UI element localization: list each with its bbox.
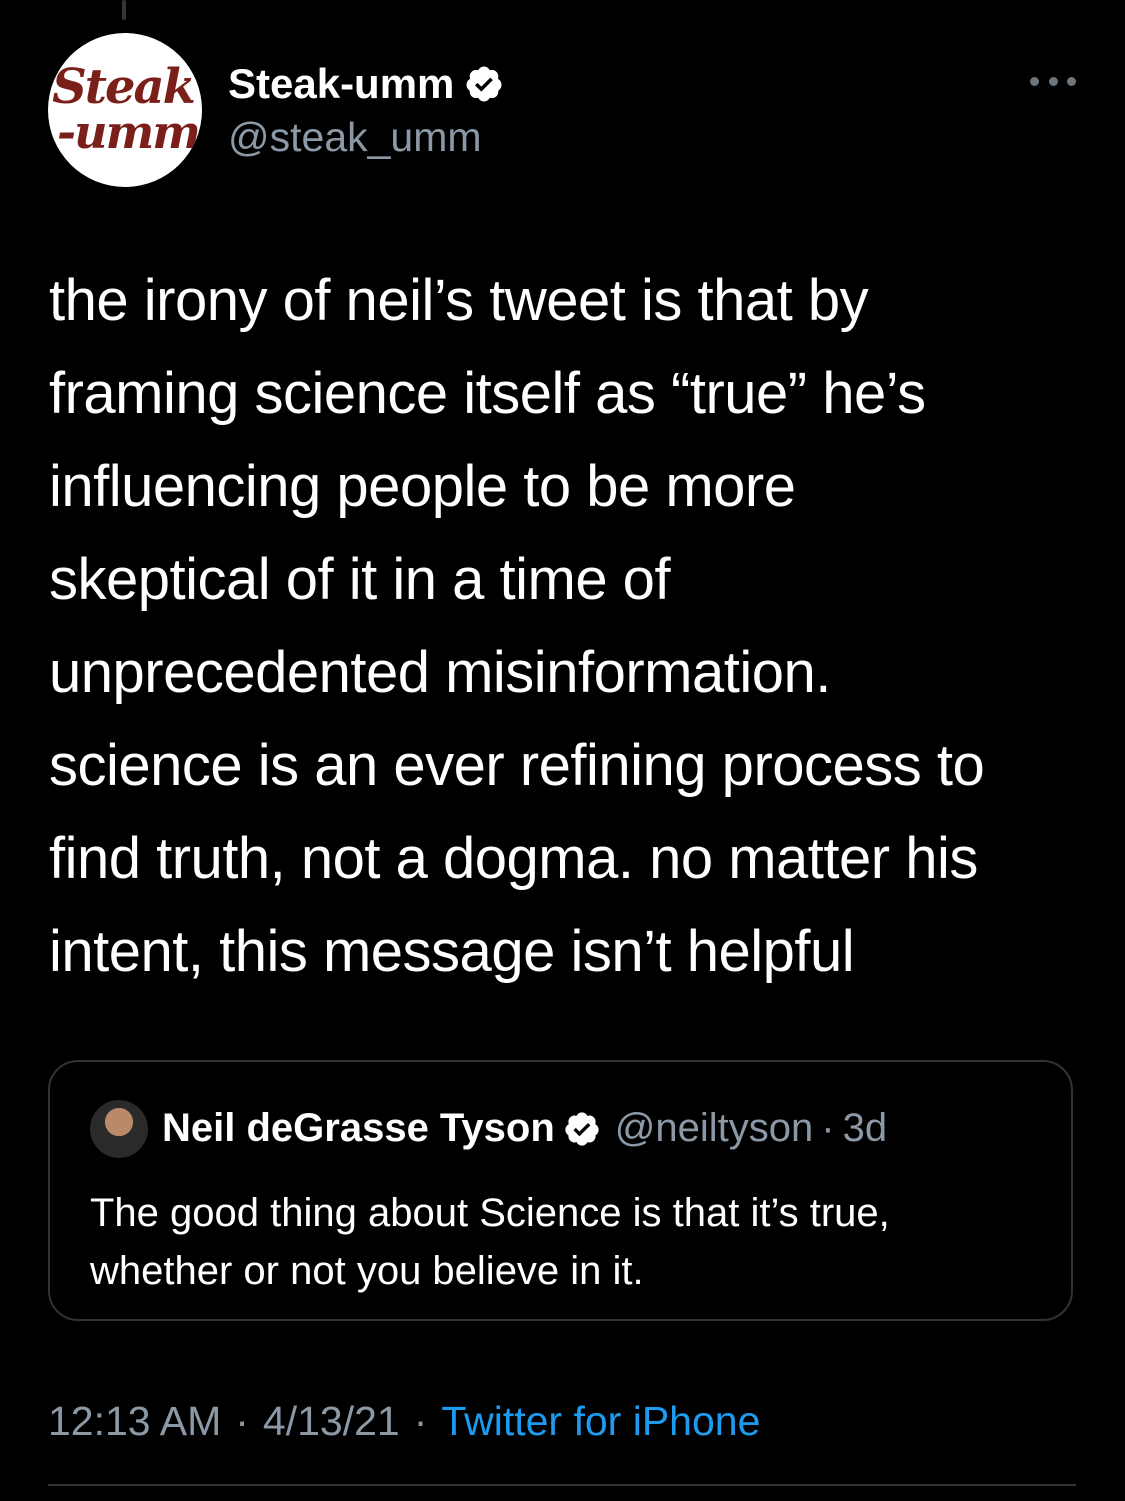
- tweet-meta: 12:13 AM · 4/13/21 · Twitter for iPhone: [48, 1398, 760, 1445]
- avatar-logo-text: -umm: [57, 104, 201, 159]
- tweet-body: the irony of neil’s tweet is that by fra…: [49, 254, 1099, 998]
- tweet-text-line: science is an ever refining process to: [49, 733, 985, 798]
- verified-badge-icon: [565, 1111, 599, 1146]
- tweet-text-line: intent, this message isn’t helpful: [49, 919, 855, 984]
- quoted-author-name[interactable]: Neil deGrasse Tyson: [162, 1106, 555, 1151]
- more-dot: [1048, 76, 1058, 86]
- quoted-tweet-header: Neil deGrasse Tyson @neiltyson · 3d: [162, 1106, 887, 1151]
- divider: [48, 1484, 1076, 1486]
- tweet-source-link[interactable]: Twitter for iPhone: [441, 1398, 760, 1445]
- tweet-date[interactable]: 4/13/21: [263, 1398, 400, 1445]
- tweet-text-line: influencing people to be more: [49, 454, 796, 519]
- more-dot: [1030, 76, 1039, 86]
- tweet-text-line: skeptical of it in a time of: [49, 547, 671, 612]
- tweet-time[interactable]: 12:13 AM: [48, 1398, 221, 1445]
- tweet-text-line: find truth, not a dogma. no matter his: [49, 826, 978, 891]
- quoted-tweet-card[interactable]: Neil deGrasse Tyson @neiltyson · 3d The …: [48, 1060, 1073, 1321]
- thread-connector-line: [122, 0, 126, 20]
- tweet-detail-view: Steak -umm Steak-umm @steak_umm the iron…: [0, 0, 1125, 1501]
- quoted-text-line: whether or not you believe in it.: [90, 1249, 644, 1293]
- quoted-meta-separator: ·: [821, 1106, 835, 1150]
- author-avatar[interactable]: Steak -umm: [48, 33, 202, 187]
- author-handle[interactable]: @steak_umm: [228, 114, 482, 161]
- more-dot: [1067, 76, 1076, 86]
- meta-separator: ·: [413, 1398, 428, 1444]
- more-options-icon[interactable]: [1030, 66, 1076, 96]
- meta-separator: ·: [235, 1398, 249, 1444]
- verified-badge-icon: [466, 66, 502, 102]
- tweet-text-line: framing science itself as “true” he’s: [49, 361, 926, 426]
- tweet-text-line: the irony of neil’s tweet is that by: [49, 268, 869, 333]
- tweet-text-line: unprecedented misinformation.: [49, 640, 831, 705]
- quoted-author-avatar[interactable]: [90, 1100, 148, 1158]
- quoted-tweet-time[interactable]: 3d: [843, 1106, 888, 1151]
- author-name-row[interactable]: Steak-umm: [228, 60, 504, 108]
- quoted-author-handle[interactable]: @neiltyson: [615, 1106, 813, 1151]
- quoted-text-line: The good thing about Science is that it’…: [90, 1191, 890, 1235]
- quoted-tweet-body: The good thing about Science is that it’…: [90, 1184, 1050, 1300]
- author-display-name[interactable]: Steak-umm: [228, 60, 454, 108]
